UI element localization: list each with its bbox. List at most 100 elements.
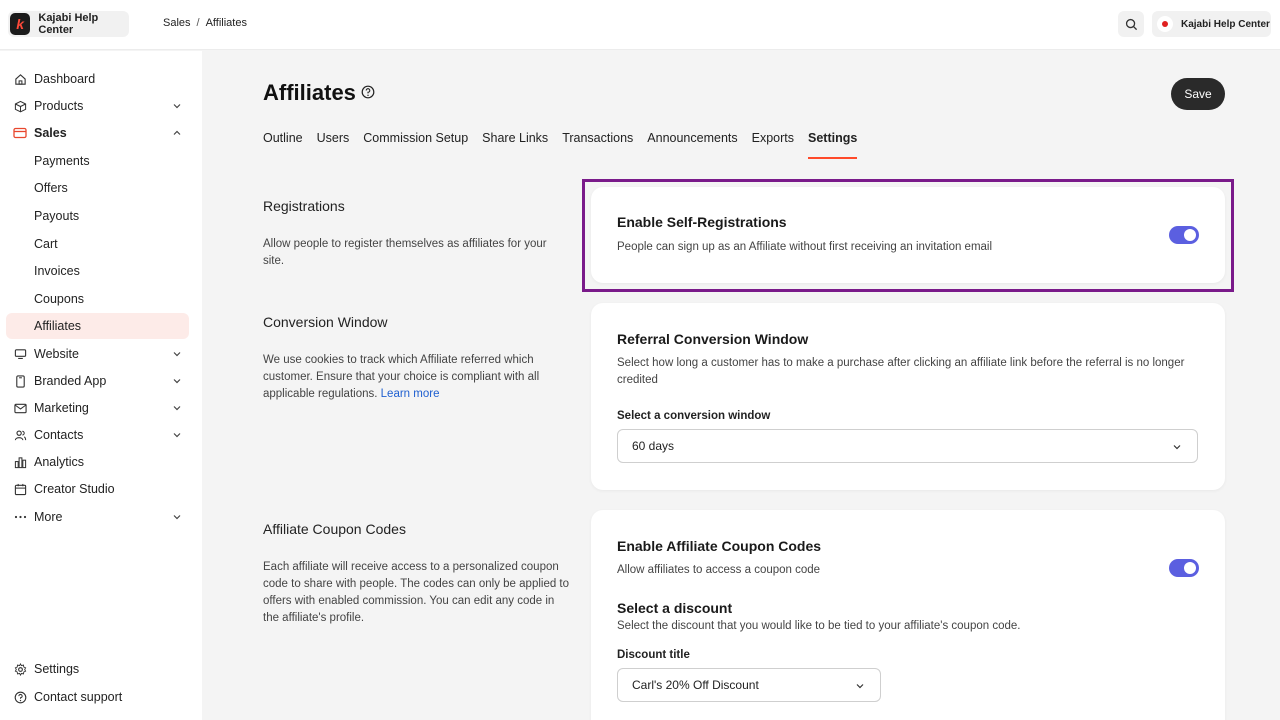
sidebar-item-label: Website [34,347,79,361]
tab-bar: Outline Users Commission Setup Share Lin… [263,131,858,159]
sidebar-subitem-payments[interactable]: Payments [6,148,189,174]
chevron-down-icon [173,104,181,109]
top-bar: k Kajabi Help Center Sales / Affiliates … [0,0,1280,50]
breadcrumb-affiliates: Affiliates [205,17,247,29]
card-title: Enable Affiliate Coupon Codes [617,538,822,554]
tab-outline[interactable]: Outline [263,131,303,159]
sidebar-subitem-affiliates[interactable]: Affiliates [6,313,189,339]
gear-icon [13,662,27,676]
conversion-window-label: Select a conversion window [617,410,771,422]
sidebar-item-label: Products [34,99,84,113]
chevron-up-icon [173,130,181,135]
search-icon [1125,18,1137,30]
chevron-down-icon [173,406,181,411]
save-button[interactable]: Save [1171,78,1225,110]
sidebar-item-label: Contact support [34,690,123,704]
sidebar-subitem-offers[interactable]: Offers [6,175,189,201]
chevron-down-icon [1173,445,1181,450]
tab-announcements[interactable]: Announcements [647,131,737,159]
sidebar-item-products[interactable]: Products [6,93,189,119]
sidebar-subitem-invoices[interactable]: Invoices [6,258,189,284]
discount-title-label: Discount title [617,649,690,661]
sidebar-item-branded-app[interactable]: Branded App [6,368,189,394]
sidebar-item-label: Contacts [34,428,84,442]
home-icon [13,72,27,86]
sidebar-item-label: Creator Studio [34,482,115,496]
select-value: Carl's 20% Off Discount [632,678,759,692]
section-desc-coupon-codes: Each affiliate will receive access to a … [263,561,570,624]
chevron-down-icon [173,433,181,438]
brand-switcher[interactable]: k Kajabi Help Center [8,11,129,37]
sidebar-item-contact-support[interactable]: Contact support [6,684,189,710]
discount-heading: Select a discount [617,600,733,616]
bar-chart-icon [13,455,27,469]
sidebar-subitem-coupons[interactable]: Coupons [6,286,189,312]
section-title-coupon-codes: Affiliate Coupon Codes [263,521,406,537]
avatar [1157,16,1173,32]
kajabi-logo: k [10,13,31,35]
phone-icon [13,374,27,388]
page-title: Affiliates [263,80,356,105]
help-circle-icon[interactable] [361,85,375,99]
sidebar: Dashboard Products Sales Payments Offers… [0,51,202,720]
coupon-codes-toggle[interactable] [1169,559,1199,577]
sidebar-item-label: Branded App [34,374,107,388]
sidebar-item-sales[interactable]: Sales [6,120,189,146]
section-title-conversion-window: Conversion Window [263,314,388,330]
account-menu[interactable]: Kajabi Help Center [1152,11,1271,37]
help-circle-icon [13,690,27,704]
conversion-window-select[interactable]: 60 days [617,429,1198,463]
account-name: Kajabi Help Center [1181,18,1270,30]
search-button[interactable] [1118,11,1144,37]
highlight-box [582,179,1234,292]
section-title-registrations: Registrations [263,198,345,214]
chevron-down-icon [173,379,181,384]
ellipsis-icon [13,510,27,524]
card-coupon-codes: Enable Affiliate Coupon Codes Allow affi… [591,510,1225,720]
tab-commission-setup[interactable]: Commission Setup [363,131,468,159]
brand-name: Kajabi Help Center [38,12,99,36]
tab-exports[interactable]: Exports [752,131,794,159]
discount-desc: Select the discount that you would like … [617,620,1021,632]
section-desc-conversion-window: We use cookies to track which Affiliate … [263,352,573,403]
sidebar-subitem-cart[interactable]: Cart [6,231,189,257]
card-icon [13,126,27,140]
chevron-down-icon [856,684,864,689]
card-title: Referral Conversion Window [617,331,809,347]
monitor-icon [13,347,27,361]
card-conversion-window: Referral Conversion Window Select how lo… [591,303,1225,490]
chevron-down-icon [173,515,181,520]
sidebar-item-label: Sales [34,126,67,140]
card-desc: Select how long a customer has to make a… [617,357,1185,386]
discount-select[interactable]: Carl's 20% Off Discount [617,668,881,702]
breadcrumb-sales[interactable]: Sales [163,17,191,29]
sidebar-item-analytics[interactable]: Analytics [6,449,189,475]
select-value: 60 days [632,439,675,453]
sidebar-item-contacts[interactable]: Contacts [6,422,189,448]
sidebar-item-settings[interactable]: Settings [6,656,189,682]
mail-icon [13,401,27,415]
sidebar-item-creator-studio[interactable]: Creator Studio [6,476,189,502]
sidebar-item-more[interactable]: More [6,504,189,530]
sidebar-item-label: Analytics [34,455,85,469]
sidebar-item-marketing[interactable]: Marketing [6,395,189,421]
tab-users[interactable]: Users [317,131,350,159]
section-desc-registrations: Allow people to register themselves as a… [263,238,547,267]
tab-transactions[interactable]: Transactions [562,131,633,159]
sidebar-item-label: More [34,510,63,524]
breadcrumb-separator: / [196,17,200,29]
sidebar-item-dashboard[interactable]: Dashboard [6,66,189,92]
calendar-icon [13,482,27,496]
sidebar-item-label: Dashboard [34,72,96,86]
chevron-down-icon [173,352,181,357]
tab-share-links[interactable]: Share Links [482,131,548,159]
box-icon [13,99,27,113]
tab-settings[interactable]: Settings [808,131,858,159]
card-desc: Allow affiliates to access a coupon code [617,564,821,576]
sidebar-subitem-payouts[interactable]: Payouts [6,203,189,229]
breadcrumb: Sales / Affiliates [163,17,247,29]
people-icon [13,428,27,442]
learn-more-link[interactable]: Learn more [381,388,440,400]
sidebar-item-label: Marketing [34,401,89,415]
sidebar-item-website[interactable]: Website [6,341,189,367]
